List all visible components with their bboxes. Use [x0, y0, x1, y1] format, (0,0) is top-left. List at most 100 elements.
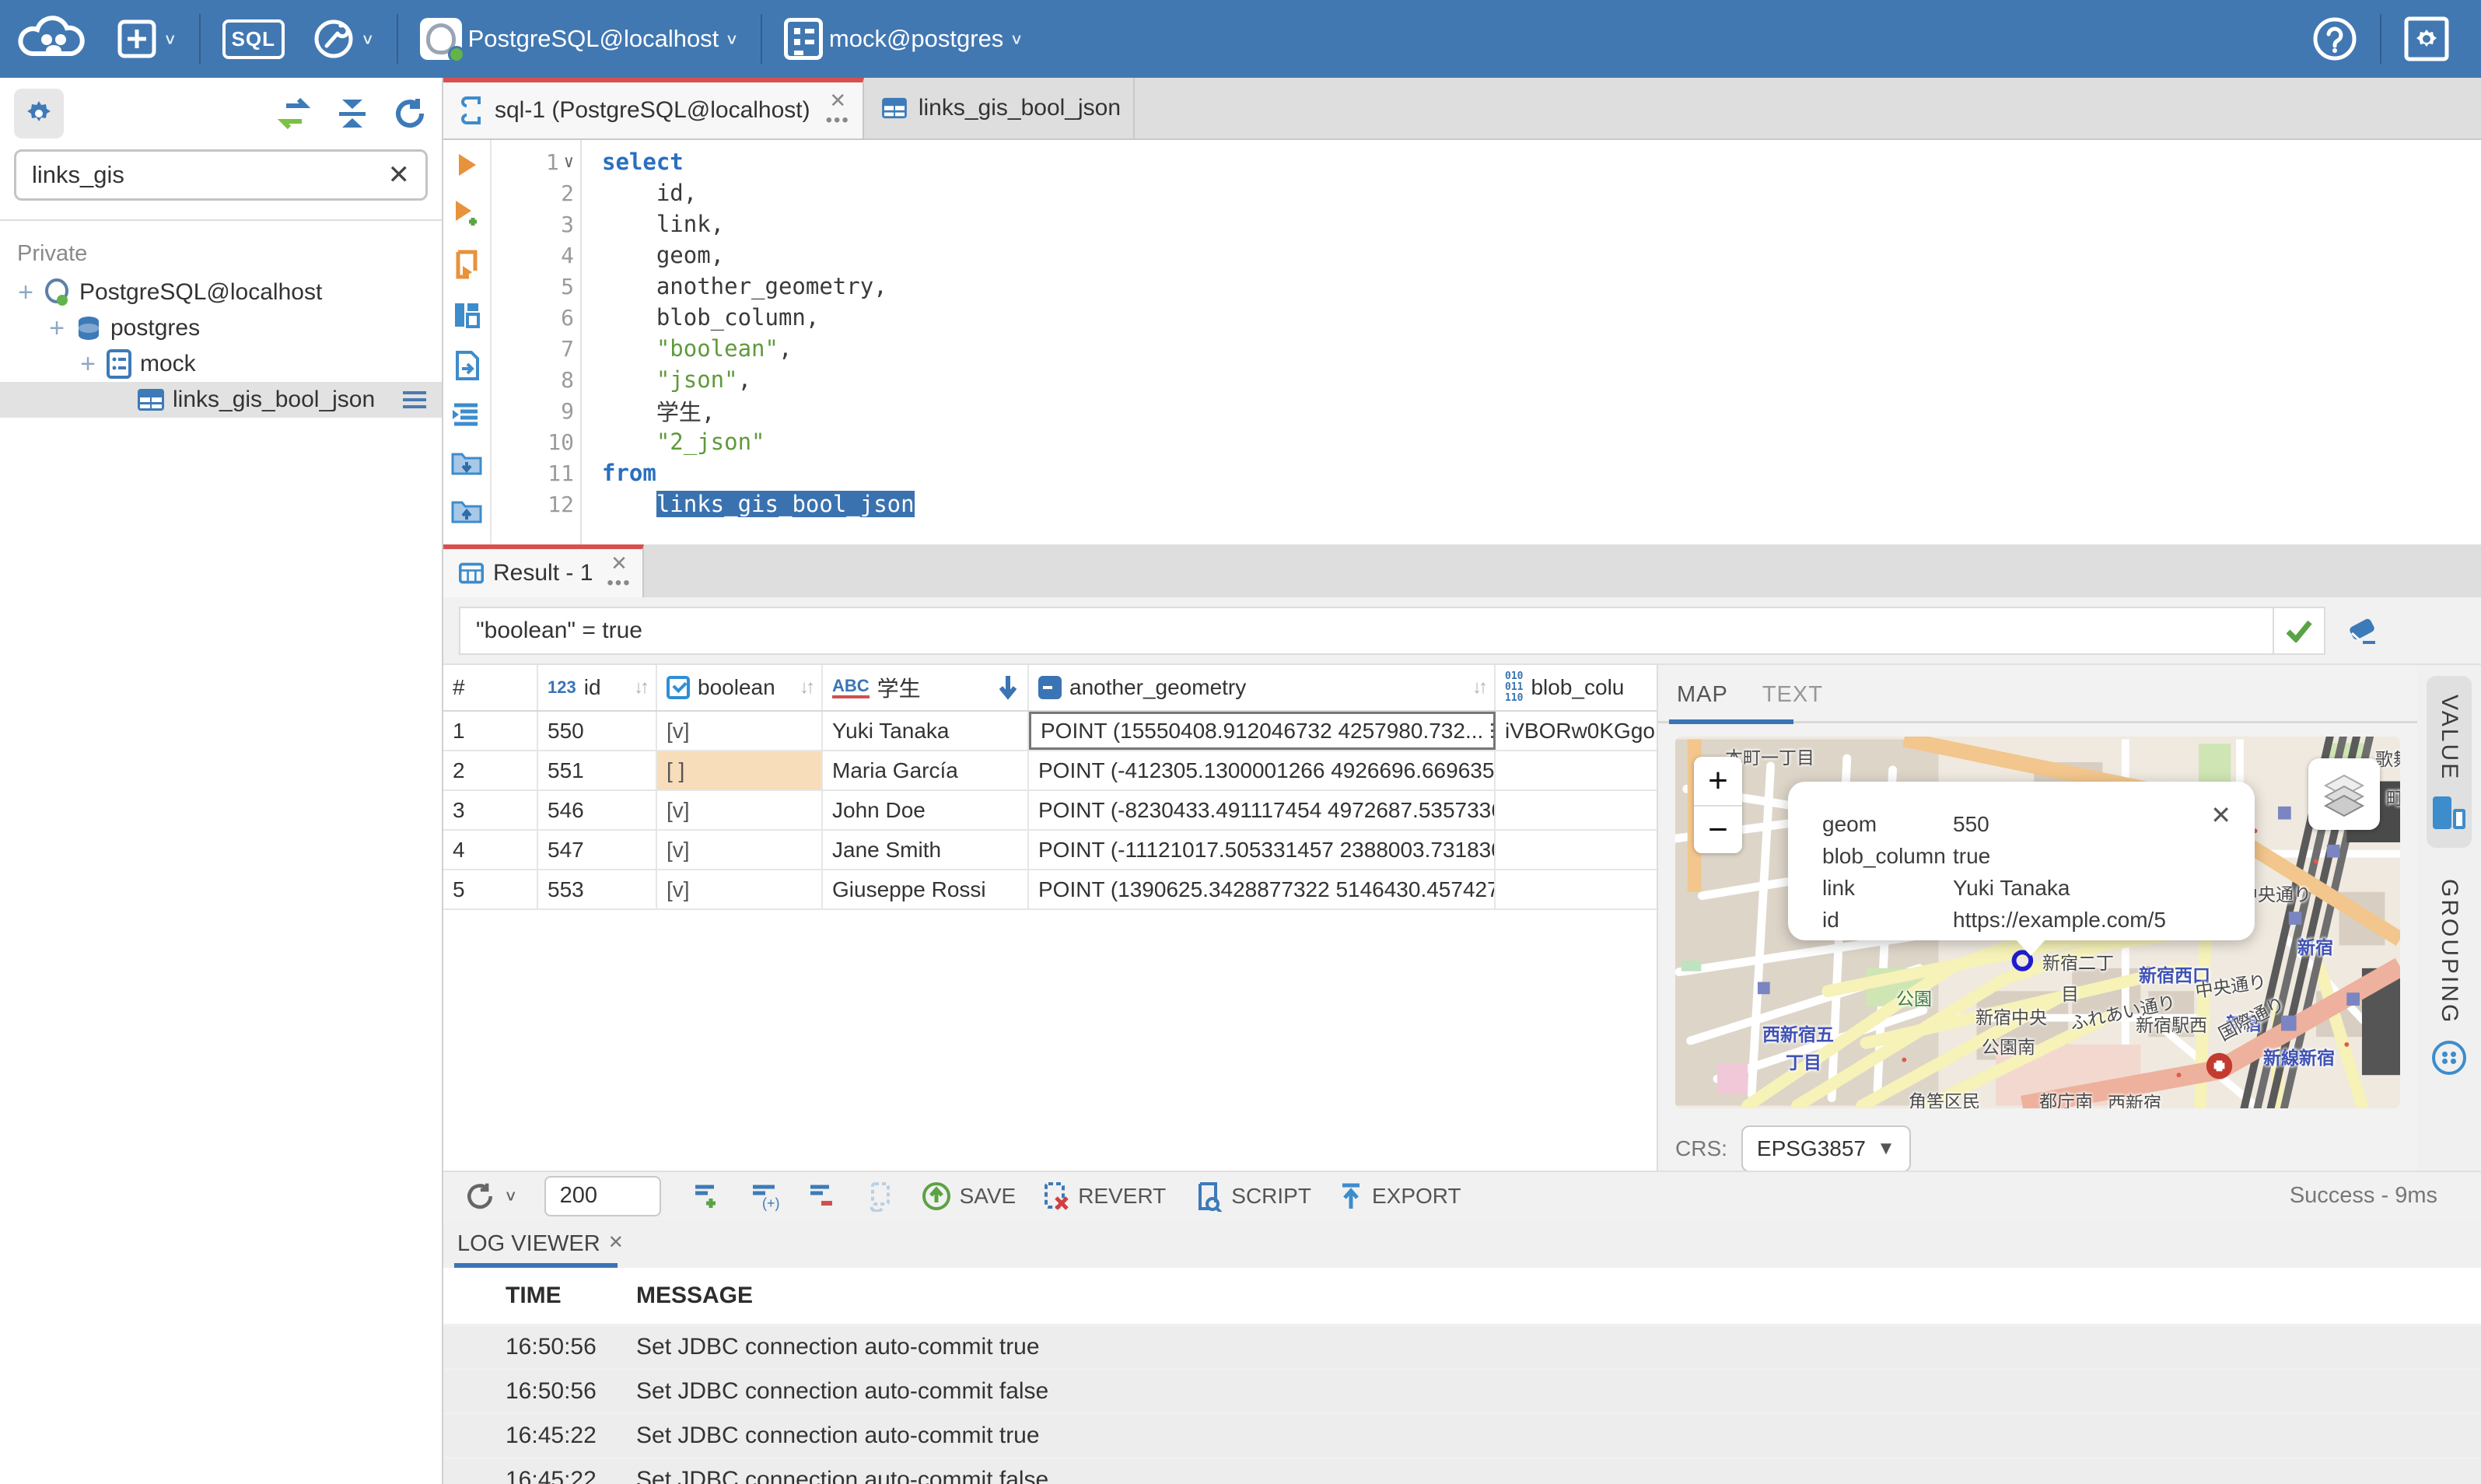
- sort-icon[interactable]: ↓↑: [634, 677, 646, 698]
- blob-cell[interactable]: [1496, 791, 1657, 829]
- refresh-results-button[interactable]: ∨: [464, 1180, 518, 1213]
- fold-chevron-icon[interactable]: ∨: [564, 152, 574, 172]
- sort-desc-icon[interactable]: [998, 674, 1018, 701]
- tab-table-viewer[interactable]: links_gis_bool_json: [864, 78, 1135, 138]
- save-button[interactable]: SAVE: [921, 1181, 1017, 1212]
- close-icon[interactable]: ✕: [608, 1231, 624, 1254]
- connection-selector[interactable]: PostgreSQL@localhost ∨: [406, 0, 753, 78]
- tree-item-database[interactable]: + postgres: [0, 310, 442, 346]
- gis-map[interactable]: 本町一丁目 新宿警察 歌舞 町 新宿西口 新宿駅西 新宿 新線新宿 新宿 中央通…: [1675, 737, 2400, 1108]
- log-row[interactable]: 16:45:22Set JDBC connection auto-commit …: [443, 1459, 2481, 1484]
- navigator-settings-button[interactable]: [14, 89, 64, 138]
- tree-item-table-selected[interactable]: links_gis_bool_json: [0, 382, 442, 418]
- geometry-cell[interactable]: POINT (1390625.3428877322 5146430.457427…: [1029, 870, 1496, 908]
- student-cell[interactable]: John Doe: [823, 791, 1029, 829]
- collapse-all-button[interactable]: [334, 96, 370, 131]
- close-icon[interactable]: ✕: [611, 553, 628, 573]
- student-cell[interactable]: Yuki Tanaka: [823, 712, 1029, 750]
- id-cell[interactable]: 550: [538, 712, 657, 750]
- sync-with-editor-button[interactable]: [275, 96, 313, 131]
- log-row[interactable]: 16:45:22Set JDBC connection auto-commit …: [443, 1415, 2481, 1457]
- code-area[interactable]: select id, link, geom, another_geometry,…: [582, 140, 2481, 544]
- zoom-out-button[interactable]: −: [1694, 805, 1742, 853]
- tab-log-viewer[interactable]: LOG VIEWER ✕: [457, 1223, 633, 1268]
- script-button[interactable]: SCRIPT: [1192, 1181, 1311, 1212]
- tab-menu-icon[interactable]: •••: [826, 110, 850, 131]
- blob-cell[interactable]: iVBORw0KGgo: [1496, 712, 1657, 750]
- id-cell[interactable]: 553: [538, 870, 657, 908]
- boolean-cell[interactable]: [v]: [657, 712, 823, 750]
- geometry-cell[interactable]: POINT (-11121017.505331457 2388003.73183…: [1029, 831, 1496, 869]
- expand-icon[interactable]: +: [75, 349, 101, 380]
- export-button[interactable]: EXPORT: [1338, 1181, 1461, 1212]
- geometry-cell[interactable]: POINT (-412305.1300001266 4926696.669635…: [1029, 751, 1496, 789]
- student-cell[interactable]: Jane Smith: [823, 831, 1029, 869]
- close-icon[interactable]: ✕: [2210, 800, 2231, 830]
- id-cell[interactable]: 551: [538, 751, 657, 789]
- header-student[interactable]: ABC 学生: [823, 665, 1029, 710]
- tab-value-panel[interactable]: VALUE: [2427, 676, 2472, 848]
- boolean-cell[interactable]: [v]: [657, 791, 823, 829]
- student-cell[interactable]: Giuseppe Rossi: [823, 870, 1029, 908]
- geometry-cell[interactable]: POINT (-8230433.491117454 4972687.535733…: [1029, 791, 1496, 829]
- revert-button[interactable]: REVERT: [1042, 1181, 1166, 1212]
- new-connection-button[interactable]: ∨: [103, 0, 191, 78]
- refresh-button[interactable]: [392, 96, 428, 131]
- execution-log-button[interactable]: [451, 401, 482, 428]
- blob-cell[interactable]: [1496, 831, 1657, 869]
- tab-map[interactable]: MAP: [1677, 682, 1728, 708]
- blob-cell[interactable]: [1496, 751, 1657, 789]
- row-number-cell[interactable]: 4: [443, 831, 538, 869]
- search-input[interactable]: [32, 161, 388, 189]
- id-cell[interactable]: 547: [538, 831, 657, 869]
- schema-selector[interactable]: mock@postgres ∨: [770, 0, 1038, 78]
- save-script-button[interactable]: [450, 496, 483, 524]
- new-sql-editor-button[interactable]: SQL: [208, 0, 299, 78]
- row-number-cell[interactable]: 5: [443, 870, 538, 908]
- geometry-cell-selected[interactable]: POINT (15550408.912046732 4257980.732...: [1029, 712, 1496, 750]
- apply-filter-button[interactable]: [2273, 608, 2324, 653]
- boolean-cell-null[interactable]: [ ]: [657, 751, 823, 789]
- add-row-button[interactable]: [692, 1181, 723, 1211]
- item-menu-icon[interactable]: [403, 387, 426, 412]
- row-number-cell[interactable]: 3: [443, 791, 538, 829]
- sort-icon[interactable]: ↓↑: [1472, 677, 1485, 698]
- load-script-button[interactable]: [450, 448, 483, 476]
- execute-new-tab-button[interactable]: [451, 199, 482, 229]
- clear-filter-button[interactable]: [2346, 616, 2378, 646]
- id-cell[interactable]: 546: [538, 791, 657, 829]
- close-icon[interactable]: ✕: [829, 90, 846, 110]
- crs-select[interactable]: EPSG3857 ▼: [1741, 1125, 1911, 1172]
- duplicate-row-button[interactable]: (+): [750, 1181, 781, 1211]
- tab-grouping-panel[interactable]: GROUPING: [2426, 860, 2472, 1093]
- sort-icon[interactable]: ↓↑: [800, 677, 812, 698]
- tab-menu-icon[interactable]: •••: [607, 573, 631, 593]
- expand-icon[interactable]: +: [12, 278, 39, 308]
- clear-search-icon[interactable]: ✕: [388, 159, 411, 191]
- boolean-cell[interactable]: [v]: [657, 870, 823, 908]
- zoom-in-button[interactable]: +: [1694, 757, 1742, 805]
- map-layers-button[interactable]: [2308, 758, 2380, 830]
- student-cell[interactable]: Maria García: [823, 751, 1029, 789]
- help-button[interactable]: [2297, 16, 2372, 62]
- header-row-number[interactable]: #: [443, 665, 538, 710]
- log-row[interactable]: 16:50:56Set JDBC connection auto-commit …: [443, 1370, 2481, 1412]
- header-another-geometry[interactable]: another_geometry ↓↑: [1029, 665, 1496, 710]
- export-query-results-button[interactable]: [453, 350, 480, 381]
- tools-menu-button[interactable]: ∨: [299, 0, 389, 78]
- tab-sql-editor[interactable]: sql-1 (PostgreSQL@localhost) ✕•••: [443, 78, 864, 138]
- fetch-size-input[interactable]: [544, 1176, 661, 1216]
- row-number-cell[interactable]: 2: [443, 751, 538, 789]
- settings-button[interactable]: [2389, 16, 2481, 62]
- filter-input[interactable]: "boolean" = true: [460, 618, 2273, 644]
- header-id[interactable]: 123 id ↓↑: [538, 665, 657, 710]
- header-blob-column[interactable]: 010011110 blob_colu: [1496, 665, 1657, 710]
- row-number-cell[interactable]: 1: [443, 712, 538, 750]
- expand-icon[interactable]: +: [44, 313, 70, 344]
- tab-text[interactable]: TEXT: [1762, 682, 1823, 708]
- log-row[interactable]: 16:50:56Set JDBC connection auto-commit …: [443, 1326, 2481, 1368]
- app-logo[interactable]: [0, 0, 103, 78]
- header-boolean[interactable]: boolean ↓↑: [657, 665, 823, 710]
- tab-result-1[interactable]: Result - 1 ✕•••: [443, 544, 644, 597]
- execute-script-button[interactable]: [452, 249, 481, 280]
